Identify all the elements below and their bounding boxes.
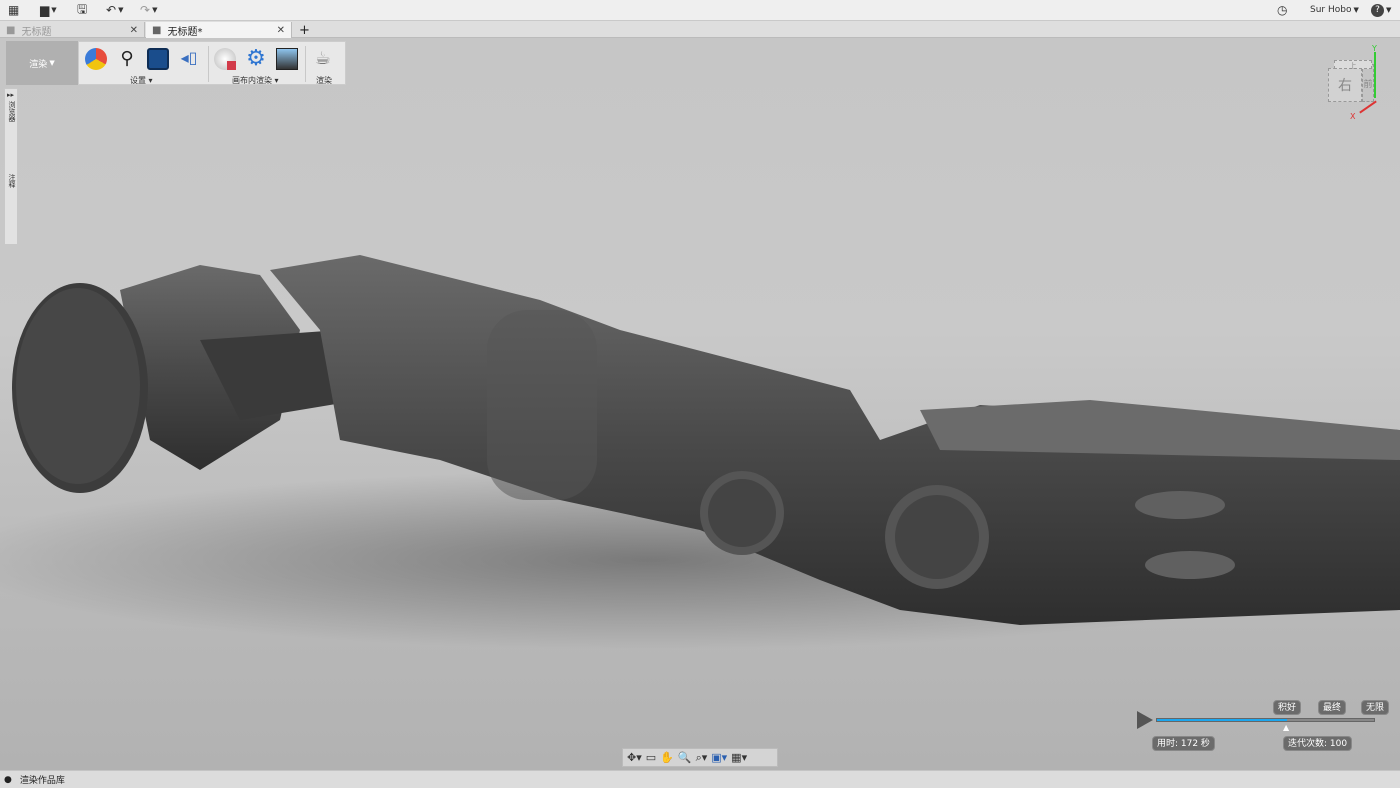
render-gallery-label[interactable]: 渲染作品库	[20, 773, 65, 786]
render-settings-gear-icon[interactable]: ⚙	[245, 48, 267, 70]
close-icon[interactable]: ✕	[277, 25, 285, 36]
y-axis	[1374, 52, 1376, 98]
user-name: Sur Hobo	[1310, 5, 1352, 15]
file-button[interactable]: ▆ ▼	[40, 2, 57, 18]
setup-group-label[interactable]: 设置 ▾	[130, 75, 153, 86]
document-icon: ■	[6, 24, 16, 36]
expand-icon[interactable]: ▸▸	[7, 91, 14, 99]
play-icon[interactable]	[1137, 711, 1153, 729]
texture-map-icon[interactable]: ◂▯	[178, 48, 200, 70]
save-button[interactable]: 🖫	[77, 2, 87, 18]
level-infinite[interactable]: 无限	[1361, 700, 1390, 715]
top-bar: ▦ ▆ ▼ 🖫 ↶ ▼ ↷ ▼ ◷ Sur Hobo ▼ ? ▼	[0, 0, 1400, 21]
level-final[interactable]: 最终	[1318, 700, 1347, 715]
clock-icon: ◷	[1277, 3, 1288, 17]
history-button[interactable]: ◷	[1277, 2, 1287, 18]
capture-image-icon[interactable]	[276, 48, 298, 70]
browser-tab[interactable]: 浏览器	[7, 101, 17, 122]
in-canvas-render-icon[interactable]	[214, 48, 236, 70]
3d-viewport[interactable]	[0, 38, 1400, 770]
apps-grid-button[interactable]: ▦	[8, 2, 19, 18]
tab-untitled-active[interactable]: ■ 无标题* ✕	[146, 22, 292, 38]
progress-marker-icon: ▲	[1283, 723, 1290, 732]
progress-fill	[1157, 719, 1288, 721]
help-button[interactable]: ? ▼	[1371, 2, 1391, 18]
zoom-icon[interactable]: 🔍	[678, 751, 692, 764]
render-toolbar: ⚲ ◂▯ ⚙ ☕ 设置 ▾ 画布内渲染 ▾ 渲染	[78, 41, 346, 85]
in-canvas-render-group-label[interactable]: 画布内渲染 ▾	[232, 75, 279, 86]
render-time: 用时: 172 秒	[1152, 736, 1215, 751]
plus-icon: +	[299, 22, 310, 38]
document-icon: ■	[152, 24, 162, 36]
y-axis-label: Y	[1372, 44, 1377, 53]
navigation-bar: ✥▾ ▭ ✋ 🔍 ⌕▾ ▣▾ ▦▾	[622, 748, 778, 767]
viewcube-top-face[interactable]: 上	[1334, 60, 1372, 70]
document-tabs: ■ 无标题 ✕ ■ 无标题* ✕ +	[0, 21, 1400, 38]
decal-icon[interactable]	[147, 48, 169, 70]
redo-icon: ↷	[140, 3, 151, 17]
help-icon: ?	[1371, 3, 1384, 17]
viewcube[interactable]: 右 前 上 Y X	[1328, 44, 1377, 121]
status-bar: ● 渲染作品库	[0, 770, 1400, 788]
grid-settings-icon[interactable]: ▦▾	[731, 751, 747, 764]
redo-button[interactable]: ↷ ▼	[140, 2, 157, 18]
new-tab-button[interactable]: +	[293, 22, 311, 38]
gallery-toggle-icon[interactable]: ●	[4, 775, 12, 785]
look-at-icon[interactable]: ▭	[646, 751, 656, 764]
render-teapot-icon[interactable]: ☕	[312, 48, 334, 70]
side-panel: ▸▸ 浏览器 注释	[4, 88, 18, 245]
level-good[interactable]: 积好	[1273, 700, 1302, 715]
progress-track[interactable]	[1156, 718, 1375, 722]
save-icon: 🖫	[77, 1, 88, 16]
render-group-label[interactable]: 渲染	[316, 75, 332, 86]
fit-icon[interactable]: ⌕▾	[696, 751, 708, 765]
render-iterations: 迭代次数: 100	[1283, 736, 1353, 751]
close-icon[interactable]: ✕	[130, 25, 138, 36]
tab-label: 无标题*	[167, 26, 203, 38]
robot-arm-model	[0, 255, 1400, 650]
display-settings-icon[interactable]: ▣▾	[711, 751, 727, 764]
file-icon: ▆	[40, 3, 50, 17]
comments-tab[interactable]: 注释	[7, 174, 17, 188]
orbit-icon[interactable]: ✥▾	[627, 751, 642, 764]
workspace-switcher[interactable]: 渲染 ▼	[6, 41, 78, 85]
pan-hand-icon[interactable]: ✋	[660, 751, 674, 764]
viewcube-front-face[interactable]: 前	[1362, 64, 1374, 102]
x-axis-label: X	[1350, 112, 1356, 121]
user-menu[interactable]: Sur Hobo ▼	[1310, 2, 1359, 18]
appearance-icon[interactable]	[85, 48, 107, 70]
viewcube-right-face[interactable]: 右	[1328, 68, 1362, 102]
workspace-label: 渲染	[29, 59, 48, 70]
undo-button[interactable]: ↶ ▼	[106, 2, 123, 18]
undo-icon: ↶	[106, 3, 117, 17]
tab-untitled[interactable]: ■ 无标题 ✕	[0, 22, 145, 38]
scene-settings-lamp-icon[interactable]: ⚲	[116, 48, 138, 70]
grid-icon: ▦	[8, 3, 20, 17]
tab-label: 无标题	[21, 26, 52, 38]
